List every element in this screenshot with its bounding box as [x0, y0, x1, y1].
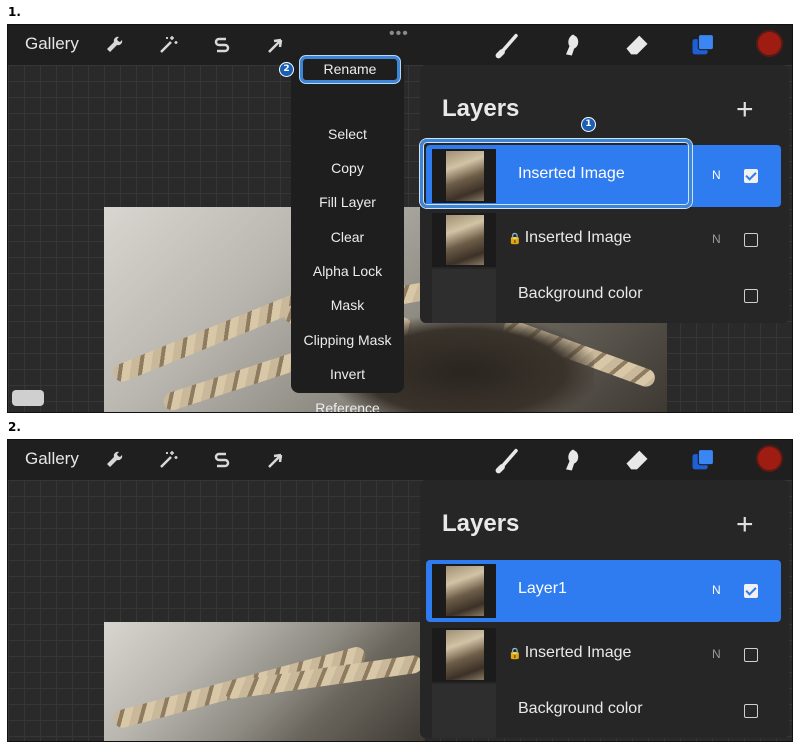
eraser-icon[interactable]: [623, 31, 651, 59]
layer-thumbnail: [432, 684, 496, 738]
visibility-checkbox[interactable]: [744, 704, 758, 718]
transform-arrow-icon[interactable]: [264, 448, 288, 472]
color-swatch-button[interactable]: [756, 30, 783, 57]
layers-icon[interactable]: [689, 446, 717, 474]
eraser-icon[interactable]: [623, 446, 651, 474]
blend-mode-button[interactable]: N: [712, 647, 721, 661]
step-label-1: 1.: [8, 5, 21, 19]
visibility-checkbox[interactable]: [744, 169, 758, 183]
visibility-checkbox[interactable]: [744, 584, 758, 598]
layer-name: Inserted Image: [524, 644, 632, 661]
layer-thumbnail: [432, 269, 496, 323]
magic-wand-icon[interactable]: [156, 448, 180, 472]
visibility-checkbox[interactable]: [744, 648, 758, 662]
smudge-icon[interactable]: [559, 31, 587, 59]
gallery-button[interactable]: Gallery: [25, 449, 79, 469]
step-marker-2: 2: [279, 62, 294, 77]
layers-title: Layers: [442, 510, 520, 537]
menu-item-invert[interactable]: Invert: [291, 357, 404, 391]
gallery-button[interactable]: Gallery: [25, 34, 79, 54]
menu-item-mask[interactable]: Mask: [291, 288, 404, 322]
selection-s-icon[interactable]: [210, 448, 234, 472]
menu-item-fill-layer[interactable]: Fill Layer: [291, 185, 404, 219]
menu-item-select[interactable]: Select: [291, 117, 404, 151]
layer-thumbnail: [432, 564, 496, 618]
blend-mode-button[interactable]: N: [712, 232, 721, 246]
layers-title: Layers: [442, 95, 520, 122]
layer-name: Inserted Image: [524, 229, 632, 246]
layer-row-background-color[interactable]: Background color: [426, 265, 781, 327]
layer-options-menu: Select Copy Fill Layer Clear Alpha Lock …: [291, 57, 404, 412]
lock-icon: 🔒: [508, 233, 522, 245]
menu-item-copy[interactable]: Copy: [291, 151, 404, 185]
transform-arrow-icon[interactable]: [264, 33, 288, 57]
procreate-screen-step-2: Gallery Layers + Layer1 N 🔒 Inserted Imag…: [7, 439, 793, 742]
top-toolbar: Gallery: [8, 440, 792, 480]
blend-mode-button[interactable]: N: [712, 168, 721, 182]
menu-item-reference[interactable]: Reference: [291, 391, 404, 412]
more-dots[interactable]: •••: [389, 25, 409, 43]
step-label-2: 2.: [8, 420, 21, 434]
menu-item-alpha-lock[interactable]: Alpha Lock: [291, 254, 404, 288]
highlight-outline-active-layer: [420, 139, 692, 208]
brush-icon[interactable]: [495, 446, 523, 474]
layer-name: Background color: [518, 285, 643, 302]
wrench-icon[interactable]: [102, 33, 126, 57]
menu-item-clear[interactable]: Clear: [291, 220, 404, 254]
blend-mode-button[interactable]: N: [712, 583, 721, 597]
layer-name: Layer1: [518, 580, 567, 597]
layer-thumbnail: [432, 213, 496, 267]
add-layer-button[interactable]: +: [736, 93, 754, 127]
procreate-screen-step-1: Gallery ••• Select Copy Fill Layer Clear…: [7, 24, 793, 413]
add-layer-button[interactable]: +: [736, 508, 754, 542]
color-swatch-button[interactable]: [756, 445, 783, 472]
layer-row-inserted-image-locked[interactable]: 🔒 Inserted Image N: [426, 624, 781, 686]
menu-item-rename[interactable]: Rename: [300, 56, 400, 83]
lock-icon: 🔒: [508, 648, 522, 660]
step-marker-1: 1: [581, 117, 596, 132]
magic-wand-icon[interactable]: [156, 33, 180, 57]
menu-item-clipping-mask[interactable]: Clipping Mask: [291, 323, 404, 357]
smudge-icon[interactable]: [559, 446, 587, 474]
layer-thumbnail: [432, 628, 496, 682]
layer-name: Background color: [518, 700, 643, 717]
visibility-checkbox[interactable]: [744, 289, 758, 303]
canvas-image: [104, 622, 424, 741]
layer-row-inserted-image-locked[interactable]: 🔒 Inserted Image N: [426, 209, 781, 271]
layers-panel: Layers + Layer1 N 🔒 Inserted Image N Back…: [420, 480, 789, 738]
layer-row-background-color[interactable]: Background color: [426, 680, 781, 741]
sidebar-slider-handle[interactable]: [12, 390, 44, 406]
layer-row-layer1-active[interactable]: Layer1 N: [426, 560, 781, 622]
layers-icon[interactable]: [689, 31, 717, 59]
brush-icon[interactable]: [495, 31, 523, 59]
selection-s-icon[interactable]: [210, 33, 234, 57]
visibility-checkbox[interactable]: [744, 233, 758, 247]
wrench-icon[interactable]: [102, 448, 126, 472]
